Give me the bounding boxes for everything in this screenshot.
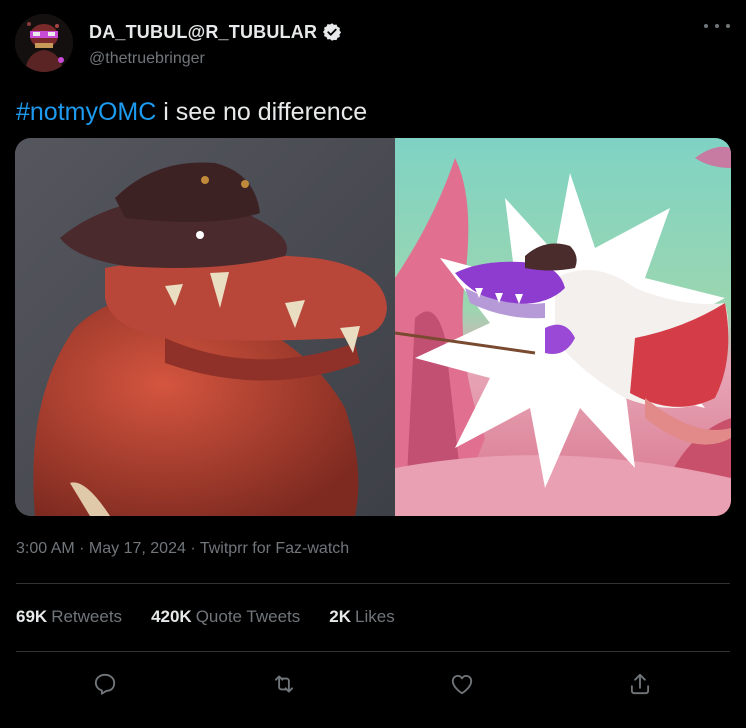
retweets-count: 69K [16, 607, 48, 626]
share-icon [630, 673, 650, 695]
media-image-right[interactable] [395, 138, 731, 516]
tweet-text: #notmyOMC i see no difference [16, 96, 367, 128]
tweet: DA_TUBUL@R_TUBULAR @thetruebringer #notm… [0, 0, 746, 728]
retweet-button[interactable] [264, 664, 304, 704]
retweets-stat[interactable]: 69K Retweets [16, 607, 122, 627]
reply-button[interactable] [85, 664, 125, 704]
tweet-date[interactable]: May 17, 2024 [89, 540, 186, 557]
tweet-media[interactable] [15, 138, 731, 516]
media-image-left[interactable] [15, 138, 395, 516]
avatar-image [15, 14, 73, 72]
tweet-body: i see no difference [156, 98, 368, 126]
display-name[interactable]: DA_TUBUL@R_TUBULAR [89, 22, 317, 43]
author-handle[interactable]: @thetruebringer [89, 50, 205, 68]
retweets-label: Retweets [51, 607, 123, 626]
meta-separator: · [74, 540, 89, 557]
reply-icon [94, 673, 116, 695]
tweet-actions [0, 664, 746, 704]
quote-tweets-label: Quote Tweets [195, 607, 301, 626]
verified-badge-icon [322, 22, 342, 42]
like-button[interactable] [442, 664, 482, 704]
like-icon [451, 674, 473, 695]
quote-tweets-stat[interactable]: 420K Quote Tweets [151, 607, 300, 627]
hashtag-link[interactable]: #notmyOMC [16, 98, 156, 126]
author-name-row[interactable]: DA_TUBUL@R_TUBULAR [89, 20, 342, 44]
divider [16, 583, 730, 584]
divider [16, 651, 730, 652]
tweet-time[interactable]: 3:00 AM [16, 540, 75, 557]
tweet-stats: 69K Retweets 420K Quote Tweets 2K Likes [16, 607, 424, 627]
likes-stat[interactable]: 2K Likes [329, 607, 394, 627]
quote-tweets-count: 420K [151, 607, 192, 626]
meta-separator: · [185, 540, 200, 557]
likes-count: 2K [329, 607, 352, 626]
share-button[interactable] [620, 664, 660, 704]
tweet-source[interactable]: Twitprr for Faz-watch [200, 540, 349, 557]
avatar[interactable] [15, 14, 73, 72]
likes-label: Likes [355, 607, 395, 626]
retweet-icon [274, 675, 294, 693]
more-options-icon[interactable] [704, 16, 730, 36]
tweet-meta: 3:00 AM · May 17, 2024 · Twitprr for Faz… [16, 540, 349, 558]
